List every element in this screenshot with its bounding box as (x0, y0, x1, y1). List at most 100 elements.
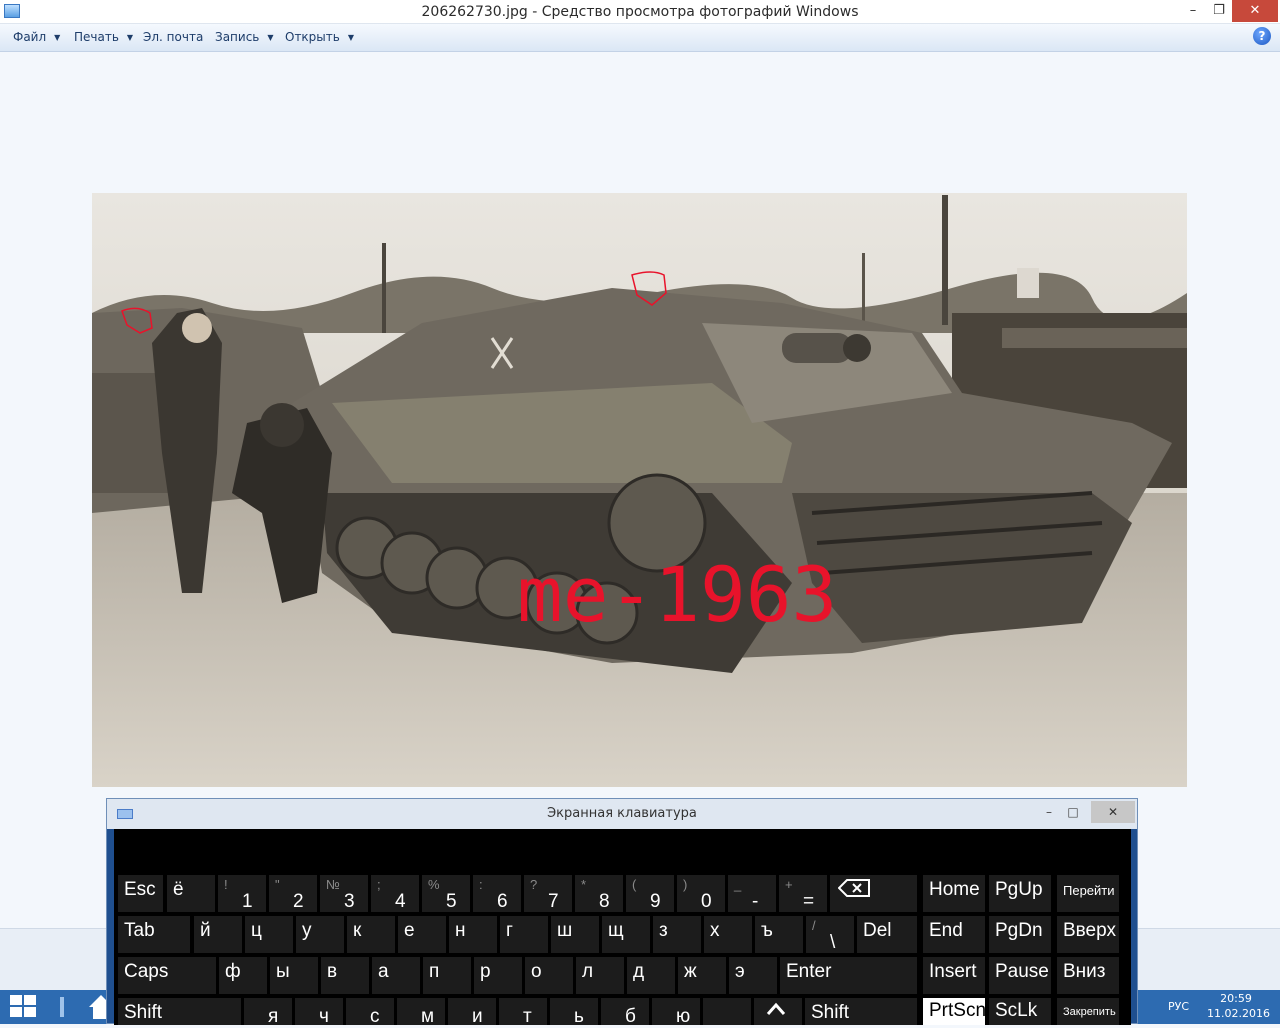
key-2[interactable]: " 2 (269, 875, 317, 912)
key-insert[interactable]: Insert (923, 957, 985, 994)
key-b[interactable]: б (601, 998, 649, 1027)
key-label: ы (276, 961, 290, 982)
key-yo[interactable]: ё (167, 875, 215, 912)
maximize-button[interactable]: ❐ (1206, 0, 1232, 22)
menu-burn[interactable]: Запись ▼ (215, 30, 274, 44)
key-backspace[interactable] (830, 875, 917, 912)
key-8[interactable]: * 8 (575, 875, 623, 912)
help-icon[interactable]: ? (1253, 27, 1271, 45)
key-esc[interactable]: Esc (118, 875, 163, 912)
key-home[interactable]: Home (923, 875, 985, 912)
key-period[interactable] (703, 998, 751, 1025)
key-label: Esc (124, 879, 156, 900)
key-pause[interactable]: Pause (989, 957, 1051, 994)
key-e-reverse[interactable]: э (729, 957, 777, 994)
on-screen-keyboard-window: Экранная клавиатура – □ ✕ Esc ё ! 1 " 2 № 3… (106, 798, 1138, 1027)
key-pgdn[interactable]: PgDn (989, 916, 1051, 953)
menu-open[interactable]: Открыть ▼ (285, 30, 354, 44)
key-label: Home (929, 879, 980, 900)
key-5[interactable]: % 5 (422, 875, 470, 912)
key-hard-sign[interactable]: ъ (755, 916, 803, 953)
key-yu[interactable]: ю (652, 998, 700, 1027)
key-shift-left[interactable]: Shift (118, 998, 241, 1025)
key-d[interactable]: д (627, 957, 675, 994)
start-button[interactable] (10, 995, 40, 1019)
key-ya[interactable]: я (244, 998, 292, 1027)
key-label: э (735, 961, 745, 982)
tray-clock[interactable]: 20:59 11.02.2016 (1207, 991, 1270, 1021)
minimize-button[interactable]: – (1180, 0, 1206, 22)
key-v[interactable]: в (321, 957, 369, 994)
window-title: 206262730.jpg - Средство просмотра фотог… (421, 4, 859, 20)
key-shch[interactable]: щ (602, 916, 650, 953)
key-u[interactable]: у (296, 916, 344, 953)
key-pgup[interactable]: PgUp (989, 875, 1051, 912)
up-arrow-icon (766, 1002, 786, 1015)
key-1[interactable]: ! 1 (218, 875, 266, 912)
clock-time: 20:59 (1220, 992, 1252, 1005)
key-up[interactable]: Вверх (1057, 916, 1119, 953)
key-s[interactable]: с (346, 998, 394, 1027)
key-enter[interactable]: Enter (780, 957, 917, 994)
key-sh[interactable]: ш (551, 916, 599, 953)
key-k[interactable]: к (347, 916, 395, 953)
key-del[interactable]: Del (857, 916, 917, 953)
key-a[interactable]: а (372, 957, 420, 994)
key-ts[interactable]: ц (245, 916, 293, 953)
menu-print[interactable]: Печать ▼ (74, 30, 133, 44)
key-caps[interactable]: Caps (118, 957, 216, 994)
key-0[interactable]: ) 0 (677, 875, 725, 912)
key-zh[interactable]: ж (678, 957, 726, 994)
menu-file[interactable]: Файл ▼ (13, 30, 60, 44)
osk-close-button[interactable]: ✕ (1091, 801, 1135, 823)
key-i[interactable]: и (448, 998, 496, 1027)
key-down[interactable]: Вниз (1057, 957, 1119, 994)
key-backslash[interactable]: / \ (806, 916, 854, 953)
key-up-arrow[interactable] (754, 998, 802, 1025)
key-sclk[interactable]: ScLk (989, 998, 1051, 1025)
key-prtscn[interactable]: PrtScn (923, 998, 986, 1025)
key-label: щ (608, 920, 624, 941)
key-7[interactable]: ? 7 (524, 875, 572, 912)
key-4[interactable]: ; 4 (371, 875, 419, 912)
key-end[interactable]: End (923, 916, 985, 953)
key-f[interactable]: ф (219, 957, 267, 994)
key-r[interactable]: р (474, 957, 522, 994)
key-kh[interactable]: х (704, 916, 752, 953)
key-y[interactable]: ы (270, 957, 318, 994)
key-soft-sign[interactable]: ь (550, 998, 598, 1027)
tray-language[interactable]: РУС (1168, 1000, 1189, 1013)
key-g[interactable]: г (500, 916, 548, 953)
key-9[interactable]: (9 (626, 875, 674, 912)
key-ch[interactable]: ч (295, 998, 343, 1027)
key-e[interactable]: е (398, 916, 446, 953)
menu-file-label: Файл (13, 30, 47, 44)
key-shift-label: ( (632, 877, 637, 892)
key-shift-right[interactable]: Shift (805, 998, 917, 1025)
key-m[interactable]: м (397, 998, 445, 1027)
key-y-short[interactable]: й (194, 916, 242, 953)
key-label: ч (319, 1006, 329, 1027)
menu-open-label: Открыть (285, 30, 340, 44)
key-3[interactable]: № 3 (320, 875, 368, 912)
key-minus[interactable]: _ - (728, 875, 776, 912)
key-shift-label: ) (683, 877, 688, 892)
key-dock[interactable]: Закрепить (1057, 998, 1119, 1025)
key-equals[interactable]: + = (779, 875, 827, 912)
key-label: ю (676, 1006, 691, 1027)
key-label: к (353, 920, 362, 941)
key-tab[interactable]: Tab (118, 916, 190, 953)
close-button[interactable]: ✕ (1232, 0, 1278, 22)
osk-maximize-button[interactable]: □ (1059, 801, 1087, 823)
key-n[interactable]: н (449, 916, 497, 953)
key-p[interactable]: п (423, 957, 471, 994)
key-6[interactable]: :6 (473, 875, 521, 912)
key-label: 6 (497, 891, 508, 912)
key-shift-label: ? (530, 877, 538, 892)
key-z[interactable]: з (653, 916, 701, 953)
key-t[interactable]: т (499, 998, 547, 1027)
menu-email[interactable]: Эл. почта (143, 30, 203, 44)
key-o[interactable]: о (525, 957, 573, 994)
key-l[interactable]: л (576, 957, 624, 994)
key-go[interactable]: Перейти (1057, 875, 1119, 912)
